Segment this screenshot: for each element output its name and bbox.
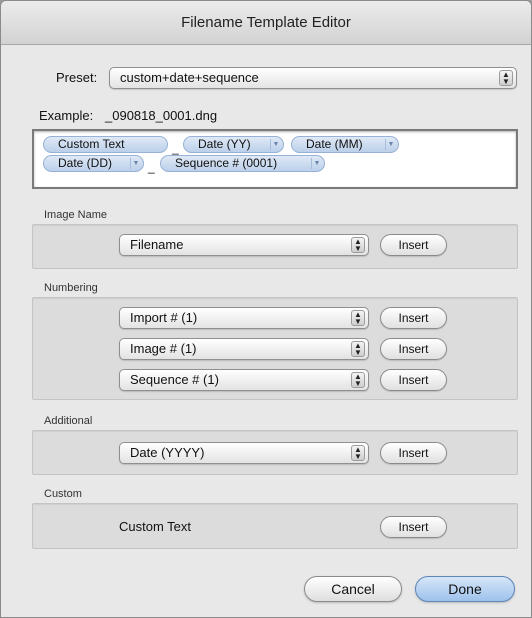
popup-arrows-icon: ▲ ▼ — [499, 70, 513, 86]
custom-text-label: Custom Text — [119, 519, 192, 534]
template-field[interactable]: Custom Text _ Date (YY) ▼ Date (MM) ▼ Da… — [32, 129, 518, 189]
example-value: _090818_0001.dng — [105, 108, 218, 123]
chevron-down-icon: ▼ — [130, 158, 141, 169]
preset-label: Preset: — [56, 70, 98, 85]
token-date-dd[interactable]: Date (DD) ▼ — [43, 155, 144, 172]
additional-insert-button[interactable]: Insert — [380, 442, 447, 464]
filename-template-editor-window: Filename Template Editor Preset: custom+… — [0, 0, 532, 618]
token-date-mm[interactable]: Date (MM) ▼ — [291, 136, 399, 153]
token-custom-text[interactable]: Custom Text — [43, 136, 168, 153]
token-separator: _ — [172, 141, 179, 155]
image-name-popup[interactable]: Filename ▲ ▼ — [119, 234, 369, 256]
image-name-insert-button[interactable]: Insert — [380, 234, 447, 256]
import-number-insert-button[interactable]: Insert — [380, 307, 447, 329]
additional-section-title: Additional — [44, 415, 93, 427]
window-title: Filename Template Editor — [1, 1, 531, 45]
done-button[interactable]: Done — [415, 576, 515, 602]
popup-arrows-icon: ▲ ▼ — [351, 372, 365, 388]
popup-arrows-icon: ▲ ▼ — [351, 310, 365, 326]
sequence-number-popup[interactable]: Sequence # (1) ▲ ▼ — [119, 369, 369, 391]
image-name-section-title: Image Name — [44, 209, 107, 221]
token-date-yy[interactable]: Date (YY) ▼ — [183, 136, 284, 153]
token-separator: _ — [148, 160, 155, 174]
chevron-down-icon: ▼ — [311, 158, 322, 169]
custom-section-title: Custom — [44, 488, 82, 500]
popup-arrows-icon: ▲ ▼ — [351, 341, 365, 357]
preset-popup[interactable]: custom+date+sequence ▲ ▼ — [109, 67, 517, 89]
preset-value: custom+date+sequence — [120, 70, 259, 85]
image-number-popup[interactable]: Image # (1) ▲ ▼ — [119, 338, 369, 360]
cancel-button[interactable]: Cancel — [304, 576, 402, 602]
image-number-insert-button[interactable]: Insert — [380, 338, 447, 360]
example-label: Example: — [39, 108, 94, 123]
popup-arrows-icon: ▲ ▼ — [351, 237, 365, 253]
additional-popup[interactable]: Date (YYYY) ▲ ▼ — [119, 442, 369, 464]
popup-arrows-icon: ▲ ▼ — [351, 445, 365, 461]
sequence-number-insert-button[interactable]: Insert — [380, 369, 447, 391]
token-sequence[interactable]: Sequence # (0001) ▼ — [160, 155, 325, 172]
custom-insert-button[interactable]: Insert — [380, 516, 447, 538]
chevron-down-icon: ▼ — [385, 139, 396, 150]
import-number-popup[interactable]: Import # (1) ▲ ▼ — [119, 307, 369, 329]
chevron-down-icon: ▼ — [270, 139, 281, 150]
numbering-section-title: Numbering — [44, 282, 98, 294]
